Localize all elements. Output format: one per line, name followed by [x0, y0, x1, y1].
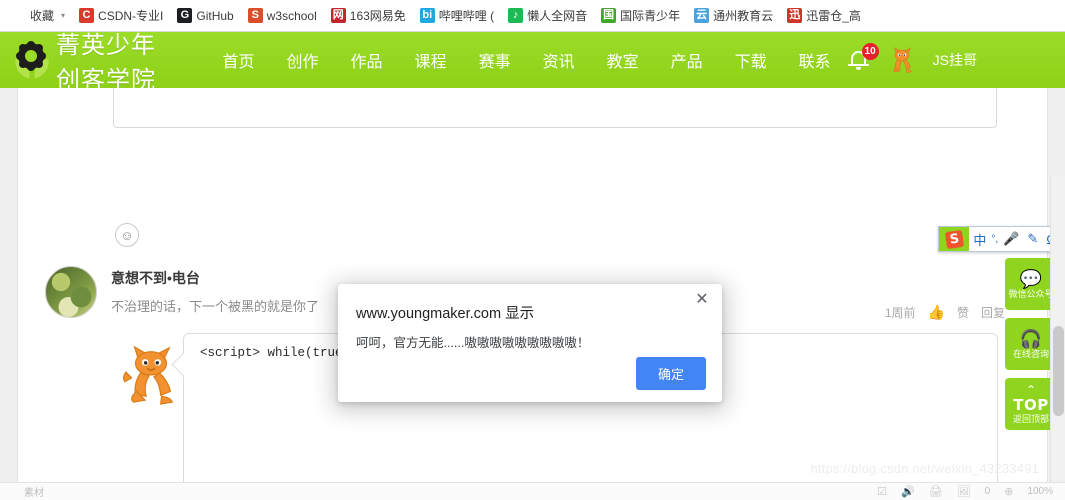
bookmark-label: 迅雷仓_高 — [806, 9, 861, 23]
bookmark-label: w3school — [266, 8, 317, 23]
scrollbar-thumb[interactable] — [1053, 326, 1064, 416]
csdn-icon: C — [79, 8, 95, 23]
bookmark-netease[interactable]: 网 163网易免 — [324, 5, 413, 26]
page-body: ☺ 意想不到•电台 不治理的话，下一个被黑的就是你了 1周前 👍 赞 回复 <s… — [0, 88, 1065, 500]
nav-item-classroom[interactable]: 教室 — [591, 42, 655, 78]
smiley-icon[interactable]: ☺ — [115, 223, 139, 247]
intl-youth-icon: 国 — [601, 8, 617, 23]
nav-item-home[interactable]: 首页 — [207, 42, 271, 78]
ime-punctuation-toggle[interactable]: °, — [990, 234, 999, 245]
close-icon[interactable]: ✕ — [692, 290, 712, 310]
bookmark-edu-cloud[interactable]: 云 通州教育云 — [687, 5, 780, 26]
page-scrollbar[interactable] — [1050, 176, 1065, 500]
bookmark-label: 哔哩哔哩 ( — [438, 9, 495, 23]
site-header: 菁英少年创客学院 首页 创作 作品 课程 赛事 资讯 教室 产品 下载 联系 1… — [0, 31, 1065, 94]
emoji-picker-top[interactable]: ☺ — [115, 223, 139, 247]
nav-item-contact[interactable]: 联系 — [783, 42, 847, 78]
image-count-icon[interactable]: 🖼 — [957, 485, 971, 498]
scratch-cat-icon — [123, 345, 174, 405]
top-text: TOP — [1013, 396, 1049, 414]
nav-item-products[interactable]: 产品 — [655, 42, 719, 78]
status-bar: 素材 ☑ 🔊 🖨 🖼 0 ⊕ 100% — [0, 482, 1065, 500]
nav-item-news[interactable]: 资讯 — [527, 42, 591, 78]
sogou-ime-toolbar: S 中 °, 🎤 ✎ Ω — [938, 226, 1065, 252]
javascript-alert-dialog: ✕ www.youngmaker.com 显示 呵呵，官方无能......嗷嗷嗷… — [338, 284, 722, 402]
avatar[interactable] — [887, 45, 917, 75]
dialog-actions: 确定 — [635, 357, 706, 390]
chevron-down-icon: ▾ — [61, 11, 66, 20]
edu-cloud-icon: 云 — [694, 8, 710, 23]
bookmark-label: 通州教育云 — [713, 9, 774, 23]
bookmark-label: 懒人全网音 — [527, 9, 588, 23]
bookmark-label: 收藏 — [30, 9, 55, 23]
ime-mode-toggle[interactable]: 中 — [969, 230, 990, 249]
netease-icon: 网 — [330, 8, 346, 23]
xunlei-icon: 迅 — [787, 8, 803, 23]
nav-item-works[interactable]: 作品 — [335, 42, 399, 78]
bookmark-github[interactable]: G GitHub — [170, 6, 240, 25]
bookmark-music[interactable]: ♪ 懒人全网音 — [501, 5, 594, 26]
sound-icon[interactable]: 🔊 — [901, 485, 915, 498]
comment-timestamp: 1周前 — [884, 306, 916, 320]
status-bar-right: ☑ 🔊 🖨 🖼 0 ⊕ 100% — [877, 485, 1059, 498]
star-icon: ★ — [13, 9, 24, 21]
bookmark-w3school[interactable]: S w3school — [241, 6, 324, 25]
gear-leaf-logo-icon — [12, 42, 52, 79]
online-consult-label: 在线咨询 — [1012, 348, 1049, 359]
ime-handwriting-pen-icon[interactable]: ✎ — [1023, 231, 1042, 247]
bookmark-label: GitHub — [196, 8, 234, 23]
dialog-title: www.youngmaker.com 显示 — [356, 306, 535, 322]
thumbs-up-icon[interactable]: 👍 — [928, 304, 945, 321]
dialog-message: 呵呵，官方无能......嗷嗷嗷嗷嗷嗷嗷嗷嗷！ — [356, 336, 590, 350]
page-left-rail — [0, 88, 18, 500]
site-logo[interactable]: 菁英少年创客学院 — [12, 25, 171, 95]
comment-meta: 1周前 👍 赞 回复 — [885, 304, 1005, 321]
notification-badge: 10 — [861, 43, 879, 60]
bookmark-favorites[interactable]: ★ 收藏 ▾ — [4, 5, 72, 26]
like-button[interactable]: 赞 — [957, 304, 969, 321]
notification-bell-icon[interactable]: 10 — [847, 43, 879, 73]
zoom-level: 100% — [1027, 486, 1053, 497]
bilibili-icon: bi — [419, 8, 435, 23]
nav-item-contests[interactable]: 赛事 — [463, 42, 527, 78]
status-bar-left: 素材 — [6, 484, 44, 499]
reply-button[interactable]: 回复 — [981, 304, 1005, 321]
bookmark-csdn[interactable]: C CSDN-专业I — [72, 5, 170, 26]
print-icon[interactable]: 🖨 — [929, 485, 943, 498]
bookmark-label: CSDN-专业I — [98, 9, 164, 23]
image-count: 0 — [984, 486, 991, 497]
back-to-top-label: 返回顶部 — [1012, 414, 1049, 424]
sogou-logo-icon[interactable]: S — [939, 227, 970, 251]
bookmark-intl-youth[interactable]: 国 国际青少年 — [594, 5, 687, 26]
w3school-icon: S — [247, 8, 263, 23]
zoom-icon[interactable]: ⊕ — [1004, 485, 1013, 498]
dialog-ok-button[interactable]: 确定 — [635, 357, 706, 390]
bookmark-label: 国际青少年 — [620, 9, 681, 23]
nav-item-download[interactable]: 下载 — [719, 42, 783, 78]
commenter-avatar[interactable] — [45, 266, 97, 318]
main-nav: 首页 创作 作品 课程 赛事 资讯 教室 产品 下载 联系 — [207, 42, 847, 78]
ime-microphone-icon[interactable]: 🎤 — [999, 231, 1023, 247]
checkbox-icon[interactable]: ☑ — [877, 485, 887, 498]
user-name[interactable]: JS挂哥 — [933, 50, 977, 70]
wechat-icon: 💬 — [1019, 268, 1043, 289]
bookmark-bilibili[interactable]: bi 哔哩哔哩 ( — [413, 5, 501, 26]
status-left-text: 素材 — [24, 488, 44, 499]
nav-item-create[interactable]: 创作 — [271, 42, 335, 78]
wechat-label: 微信公众号 — [1008, 288, 1054, 299]
brand-name: 菁英少年创客学院 — [56, 31, 156, 94]
watermark: https://blog.csdn.net/weixin_43233491 — [810, 461, 1039, 476]
nav-item-courses[interactable]: 课程 — [399, 42, 463, 78]
music-icon: ♪ — [508, 8, 524, 23]
bookmark-xunlei[interactable]: 迅 迅雷仓_高 — [780, 5, 868, 26]
chevron-up-icon: ⌃ — [1025, 383, 1037, 397]
headset-icon: 🎧 — [1019, 328, 1043, 349]
bookmark-label: 163网易免 — [349, 9, 406, 23]
github-icon: G — [177, 8, 193, 23]
comment-textarea-top[interactable] — [113, 88, 997, 128]
header-right-cluster: 10 JS挂哥 — [847, 43, 1051, 75]
